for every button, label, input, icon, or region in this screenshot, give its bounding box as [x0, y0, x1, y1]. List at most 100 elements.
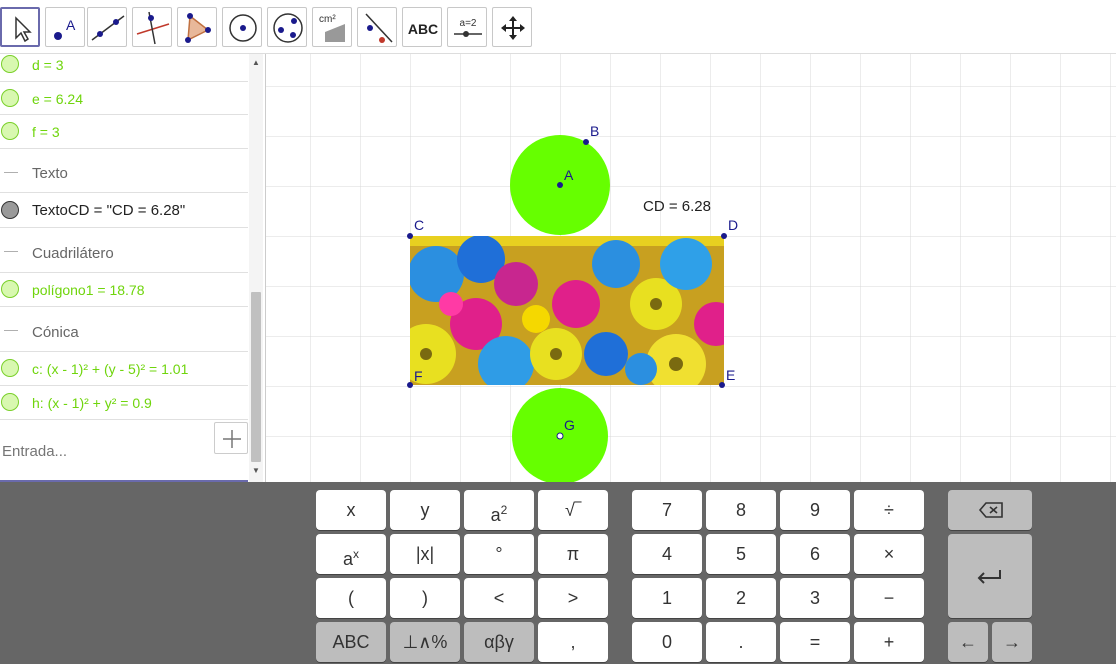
- key-abc[interactable]: ABC: [316, 622, 386, 662]
- algebra-row-poligono1[interactable]: polígono1 = 18.78: [0, 273, 248, 307]
- polygon-tool-button[interactable]: [177, 7, 217, 47]
- algebra-row-e[interactable]: e = 6.24: [0, 82, 248, 115]
- key-backspace[interactable]: [948, 490, 1032, 530]
- key-plus[interactable]: +: [854, 622, 924, 662]
- key-8[interactable]: 8: [706, 490, 776, 530]
- point-tool-button[interactable]: A: [45, 7, 85, 47]
- key-3[interactable]: 3: [780, 578, 850, 618]
- input-help-button[interactable]: [214, 422, 248, 454]
- circle-tool-button[interactable]: [222, 7, 262, 47]
- key-power[interactable]: ax: [316, 534, 386, 574]
- key-operators[interactable]: ⊥∧%: [390, 622, 460, 662]
- point-d[interactable]: [721, 233, 727, 239]
- key-9[interactable]: 9: [780, 490, 850, 530]
- key-left[interactable]: ←: [948, 622, 988, 662]
- key-1[interactable]: 1: [632, 578, 702, 618]
- key-comma[interactable]: ,: [538, 622, 608, 662]
- algebra-scrollbar[interactable]: ▲ ▼: [249, 54, 263, 482]
- key-abs[interactable]: |x|: [390, 534, 460, 574]
- scroll-down-icon[interactable]: ▼: [252, 466, 260, 475]
- graphics-canvas[interactable]: A B C D E F G CD = 6.28: [266, 54, 1116, 482]
- collapse-icon[interactable]: —: [4, 242, 18, 258]
- key-divide[interactable]: ÷: [854, 490, 924, 530]
- key-sqrt[interactable]: √‾: [538, 490, 608, 530]
- key-4[interactable]: 4: [632, 534, 702, 574]
- text-cd[interactable]: CD = 6.28: [643, 198, 711, 215]
- text-tool-button[interactable]: ABC: [402, 7, 442, 47]
- circle-three-points-icon: [273, 13, 303, 43]
- key-minus[interactable]: −: [854, 578, 924, 618]
- key-power-exp: x: [353, 547, 359, 561]
- visibility-marble[interactable]: [1, 359, 19, 377]
- key-right[interactable]: →: [992, 622, 1032, 662]
- key-x[interactable]: x: [316, 490, 386, 530]
- flower-image[interactable]: [396, 235, 738, 394]
- scroll-thumb[interactable]: [251, 292, 261, 462]
- visibility-marble[interactable]: [1, 201, 19, 219]
- algebra-row-h[interactable]: h: (x - 1)² + y² = 0.9: [0, 386, 248, 420]
- collapse-icon[interactable]: —: [4, 163, 18, 179]
- key-dot[interactable]: .: [706, 622, 776, 662]
- perpendicular-tool-button[interactable]: [132, 7, 172, 47]
- area-icon: cm²: [319, 14, 345, 42]
- key-2[interactable]: 2: [706, 578, 776, 618]
- category-texto[interactable]: — Texto: [0, 149, 248, 193]
- graphics-view[interactable]: A B C D E F G CD = 6.28: [266, 54, 1116, 482]
- key-0[interactable]: 0: [632, 622, 702, 662]
- algebra-row-text: TextoCD = "CD = 6.28": [32, 202, 186, 219]
- key-lparen[interactable]: (: [316, 578, 386, 618]
- key-equals[interactable]: =: [780, 622, 850, 662]
- category-conica[interactable]: — Cónica: [0, 307, 248, 352]
- collapse-icon[interactable]: —: [4, 321, 18, 337]
- algebra-row-c[interactable]: c: (x - 1)² + (y - 5)² = 1.01: [0, 352, 248, 386]
- key-degree[interactable]: °: [464, 534, 534, 574]
- visibility-marble[interactable]: [1, 122, 19, 140]
- key-rparen[interactable]: ): [390, 578, 460, 618]
- key-pi[interactable]: π: [538, 534, 608, 574]
- algebra-row-text: d = 3: [32, 57, 64, 73]
- circle-center-icon: [229, 14, 257, 42]
- key-greater-than[interactable]: >: [538, 578, 608, 618]
- algebra-row-textocd[interactable]: TextoCD = "CD = 6.28": [0, 193, 248, 228]
- point-f[interactable]: [407, 382, 413, 388]
- point-tool-letter: A: [66, 17, 76, 33]
- algebra-row-f[interactable]: f = 3: [0, 115, 248, 149]
- key-square[interactable]: a2: [464, 490, 534, 530]
- algebra-input[interactable]: [2, 440, 202, 462]
- reflect-tool-button[interactable]: [357, 7, 397, 47]
- point-a[interactable]: [557, 182, 563, 188]
- key-7[interactable]: 7: [632, 490, 702, 530]
- key-enter[interactable]: [948, 534, 1032, 618]
- visibility-marble[interactable]: [1, 280, 19, 298]
- line-tool-button[interactable]: [87, 7, 127, 47]
- category-cuadrilatero[interactable]: — Cuadrilátero: [0, 228, 248, 273]
- key-5[interactable]: 5: [706, 534, 776, 574]
- circle-three-points-tool-button[interactable]: [267, 7, 307, 47]
- algebra-row-d[interactable]: d = 3: [0, 54, 248, 82]
- move-tool-button[interactable]: [0, 7, 40, 47]
- area-tool-button[interactable]: cm²: [312, 7, 352, 47]
- key-y[interactable]: y: [390, 490, 460, 530]
- visibility-marble[interactable]: [1, 89, 19, 107]
- text-tool-label: ABC: [408, 21, 438, 37]
- category-label: Cónica: [32, 324, 79, 341]
- slider-tool-button[interactable]: a=2: [447, 7, 487, 47]
- algebra-row-text: f = 3: [32, 124, 60, 140]
- point-c[interactable]: [407, 233, 413, 239]
- key-multiply[interactable]: ×: [854, 534, 924, 574]
- input-bar: [0, 420, 248, 482]
- polygon-icon: [185, 13, 211, 43]
- key-less-than[interactable]: <: [464, 578, 534, 618]
- point-g[interactable]: [556, 432, 564, 440]
- scroll-up-icon[interactable]: ▲: [252, 58, 260, 67]
- point-b[interactable]: [583, 139, 589, 145]
- visibility-marble[interactable]: [1, 393, 19, 411]
- key-greek[interactable]: αβγ: [464, 622, 534, 662]
- point-e[interactable]: [719, 382, 725, 388]
- move-graphics-view-tool-button[interactable]: [492, 7, 532, 47]
- point-icon: A: [54, 17, 76, 40]
- visibility-marble[interactable]: [1, 55, 19, 73]
- key-power-base: a: [342, 549, 353, 569]
- backspace-icon: [978, 502, 1003, 518]
- key-6[interactable]: 6: [780, 534, 850, 574]
